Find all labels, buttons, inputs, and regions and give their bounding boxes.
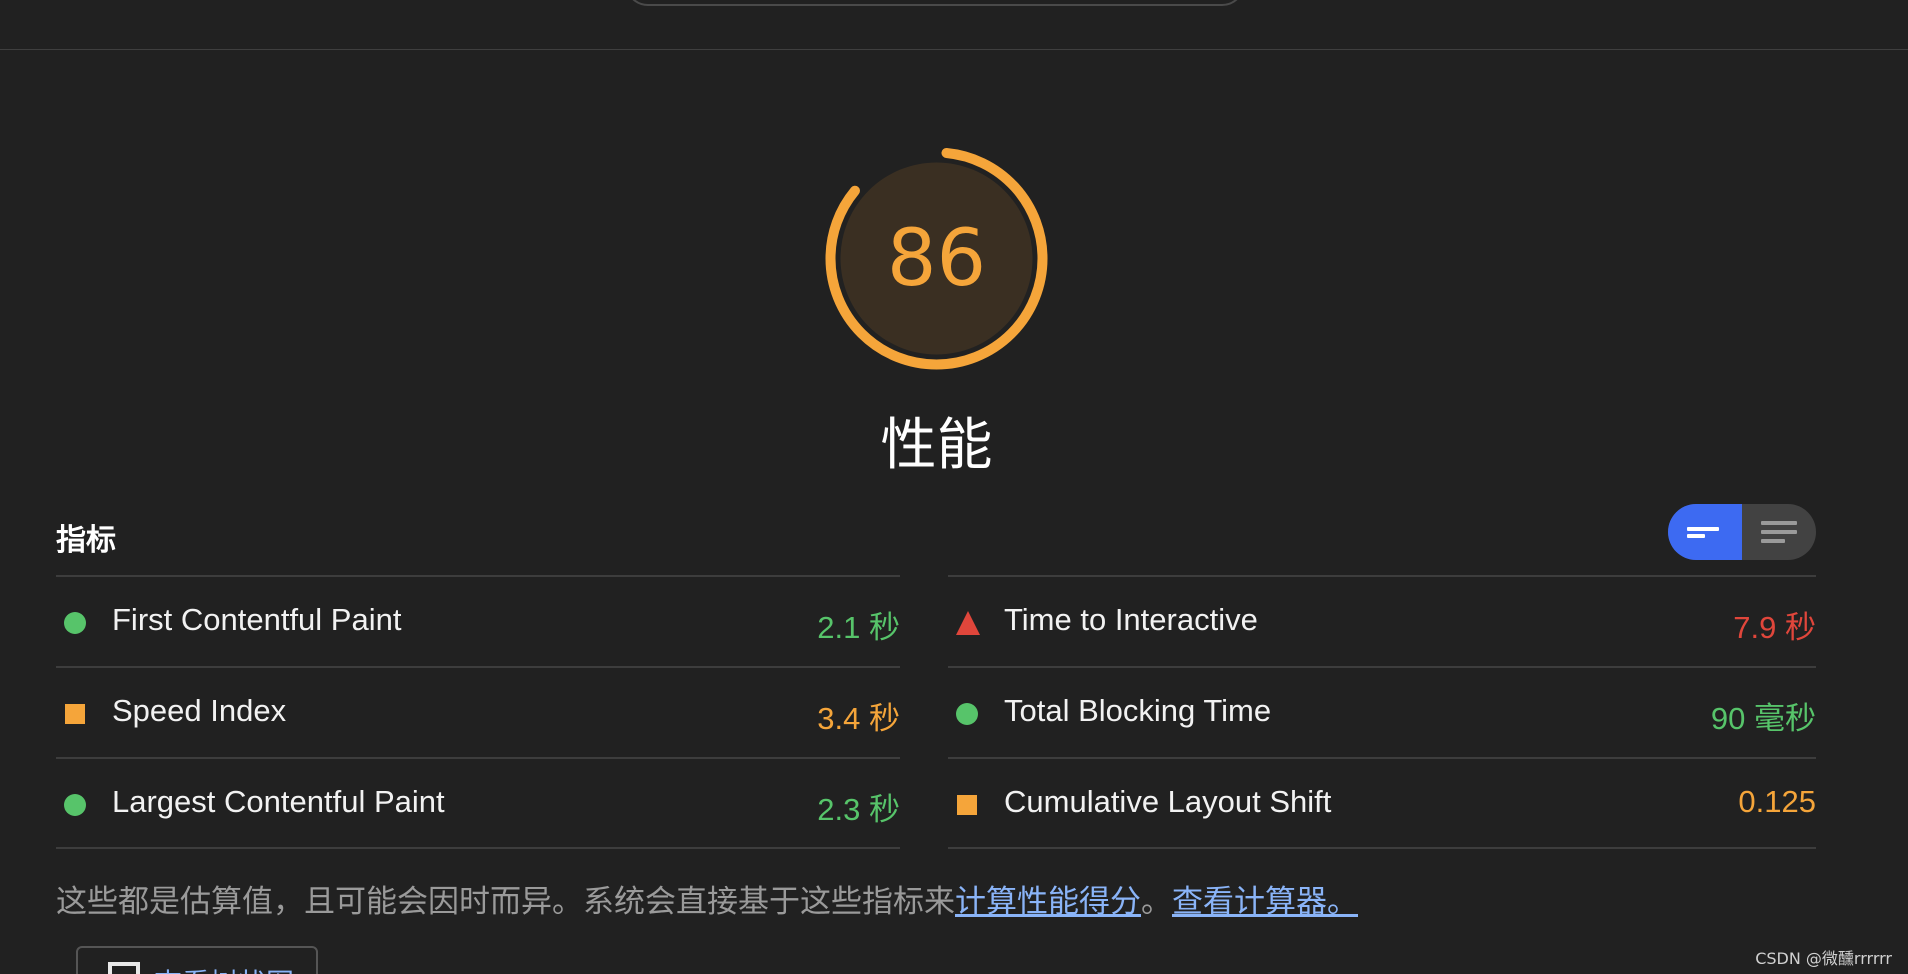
good-circle-icon xyxy=(956,703,978,725)
watermark: CSDN @微醺rrrrrr xyxy=(1755,949,1892,968)
metric-row-tti: Time to Interactive 7.9 秒 xyxy=(948,575,1816,666)
metric-row-lcp: Largest Contentful Paint 2.3 秒 xyxy=(56,757,900,849)
calculate-score-link[interactable]: 计算性能得分 xyxy=(955,884,1141,920)
metrics-view-toggle[interactable] xyxy=(1668,504,1816,560)
toggle-expanded-button[interactable] xyxy=(1742,504,1816,560)
metrics-header: 指标 xyxy=(56,523,116,558)
metric-row-fcp: First Contentful Paint 2.1 秒 xyxy=(56,575,900,666)
toggle-compact-button[interactable] xyxy=(1668,504,1742,560)
treemap-icon xyxy=(108,962,140,974)
metric-label: Time to Interactive xyxy=(1004,602,1258,637)
metric-value: 90 毫秒 xyxy=(1710,701,1816,736)
top-divider xyxy=(0,49,1908,50)
view-calculator-link[interactable]: 查看计算器。 xyxy=(1172,884,1358,920)
metric-label: Cumulative Layout Shift xyxy=(1004,784,1332,819)
metric-value: 0.125 xyxy=(1738,784,1816,819)
gauge-score: 86 xyxy=(886,213,987,304)
metric-value: 7.9 秒 xyxy=(1733,610,1816,645)
gauge-title: 性能 xyxy=(880,413,993,478)
treemap-button-label: 查看树状图 xyxy=(154,962,294,974)
metrics-column-left: First Contentful Paint 2.1 秒 Speed Index… xyxy=(56,575,900,849)
top-nav-pill xyxy=(625,0,1245,6)
lines-long-icon xyxy=(1761,519,1797,545)
metric-label: First Contentful Paint xyxy=(112,602,402,637)
lighthouse-report: 86 性能 指标 First Contentful Paint 2.1 秒 Sp… xyxy=(0,0,1908,974)
metric-label: Total Blocking Time xyxy=(1004,693,1272,728)
good-circle-icon xyxy=(64,612,86,634)
metric-row-speed-index: Speed Index 3.4 秒 xyxy=(56,666,900,757)
lines-short-icon xyxy=(1687,519,1723,545)
metric-value: 2.3 秒 xyxy=(817,792,900,827)
note-prefix: 这些都是估算值，且可能会因时而异。系统会直接基于这些指标来 xyxy=(56,884,955,920)
average-square-icon xyxy=(65,704,85,724)
metric-label: Largest Contentful Paint xyxy=(112,784,445,819)
metric-value: 2.1 秒 xyxy=(817,610,900,645)
performance-gauge[interactable]: 86 xyxy=(824,146,1049,371)
metrics-column-right: Time to Interactive 7.9 秒 Total Blocking… xyxy=(948,575,1816,849)
poor-triangle-icon xyxy=(956,611,980,635)
view-treemap-button[interactable]: 查看树状图 xyxy=(76,946,318,974)
metric-row-cls: Cumulative Layout Shift 0.125 xyxy=(948,757,1816,849)
metric-label: Speed Index xyxy=(112,693,287,728)
metric-row-tbt: Total Blocking Time 90 毫秒 xyxy=(948,666,1816,757)
note-middle: 。 xyxy=(1141,884,1172,920)
metric-value: 3.4 秒 xyxy=(817,701,900,736)
estimate-note: 这些都是估算值，且可能会因时而异。系统会直接基于这些指标来计算性能得分。查看计算… xyxy=(56,876,1358,921)
average-square-icon xyxy=(957,795,977,815)
good-circle-icon xyxy=(64,794,86,816)
